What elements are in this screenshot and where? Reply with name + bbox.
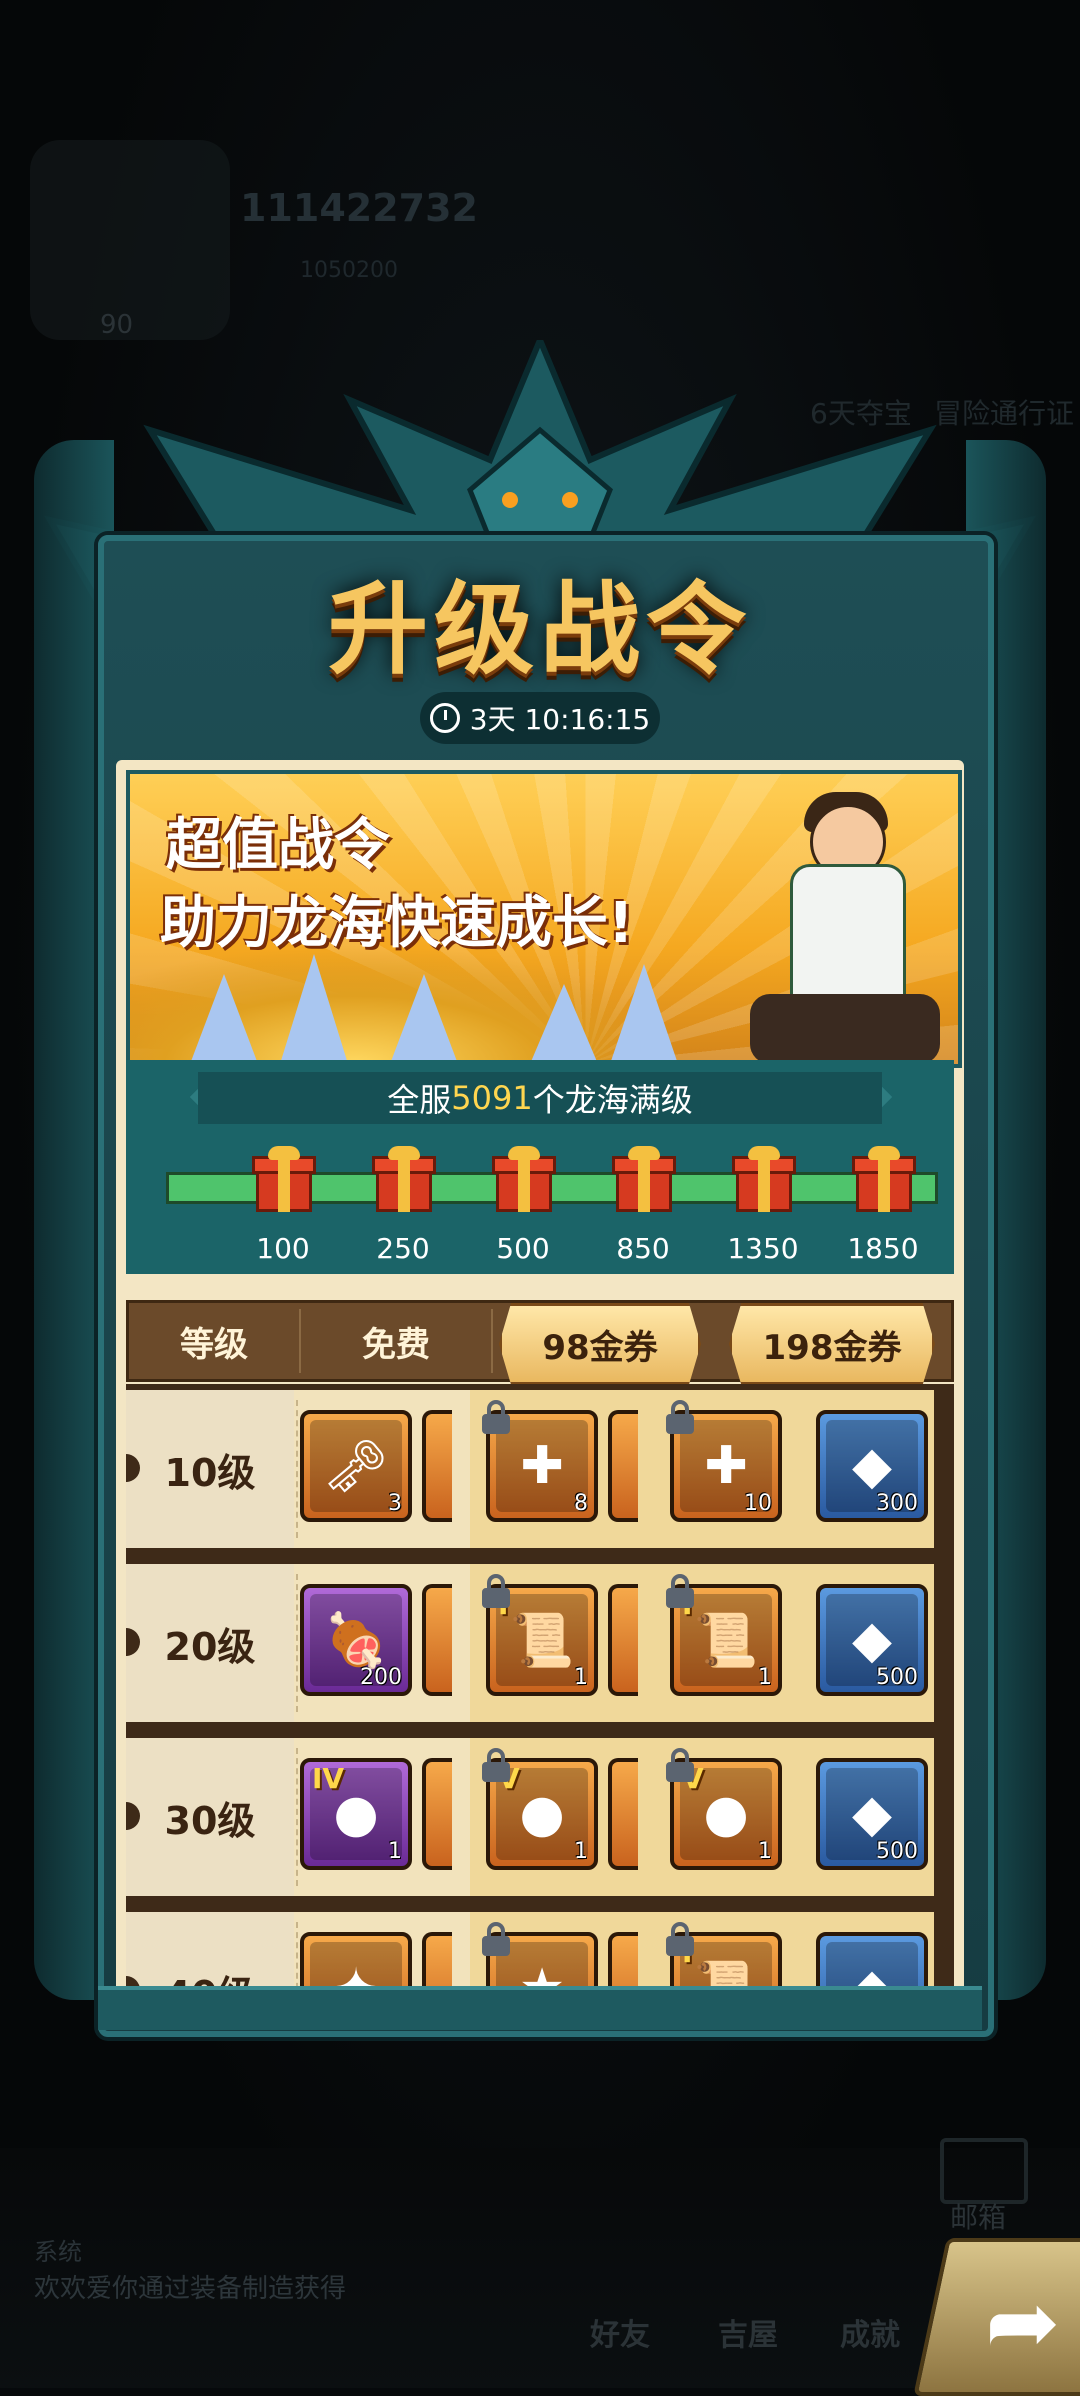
milestone-label: 850 (616, 1232, 670, 1265)
gift-box-icon[interactable] (492, 1146, 556, 1212)
countdown-timer: 3天 10:16:15 (420, 692, 660, 744)
gift-box-icon[interactable] (852, 1146, 916, 1212)
lock-icon (482, 1574, 510, 1608)
clock-icon (429, 703, 460, 733)
gift-box-icon[interactable] (732, 1146, 796, 1212)
reward-slot-partial[interactable] (422, 1932, 452, 1986)
share-arrow-icon: ➦ (985, 2270, 1061, 2375)
lock-icon (482, 1748, 510, 1782)
reward-row-10: 10级 🗝 3 ✚ 8 ✚ 10 ◆ 300 (126, 1390, 934, 1548)
chat-title: 系统 (34, 2238, 82, 2266)
milestone-label: 100 (256, 1232, 310, 1265)
row-level: 10级 (126, 1390, 294, 1548)
nav-achievements: 成就 (840, 2318, 900, 2353)
row-level: 40级 (126, 1912, 294, 1986)
tab-free: 免费 (362, 1324, 430, 1365)
milestone-label: 500 (496, 1232, 550, 1265)
lock-icon (482, 1922, 510, 1956)
tier-198-button[interactable]: 198金券 (729, 1303, 935, 1385)
chat-message: 欢欢爱你通过装备制造获得 (34, 2274, 347, 2304)
mail-label: 邮箱 (950, 2201, 1007, 2234)
reward-slot-partial[interactable] (608, 1410, 638, 1522)
row-level: 20级 (126, 1564, 294, 1722)
server-progress-text: 全服 5091 个龙海满级 (198, 1072, 882, 1124)
winged-badge-icon: ✦ (310, 1942, 402, 1986)
gift-box-icon[interactable] (612, 1146, 676, 1212)
reward-slot-partial[interactable] (608, 1932, 638, 1986)
reward-slot-free[interactable]: ✦ (300, 1932, 412, 1986)
reward-slot-partial[interactable] (608, 1584, 638, 1696)
milestone-label: 1350 (727, 1232, 799, 1265)
lock-icon (666, 1574, 694, 1608)
reward-slot-partial[interactable] (422, 1758, 452, 1870)
tier-header: 等级 免费 98金券 198金券 (126, 1300, 954, 1385)
reward-row-30: 30级 ● IV 1 ● V 1 ● V 1 ◆ 500 (126, 1738, 934, 1896)
gift-box-icon[interactable] (252, 1146, 316, 1212)
banner-subline: 助力龙海快速成长! (160, 891, 634, 956)
row-level: 30级 (126, 1738, 294, 1896)
panel-title: 升级战令 (328, 571, 752, 688)
reward-list[interactable]: 10级 🗝 3 ✚ 8 ✚ 10 ◆ 300 20级 🍖 200 📜 1 📜 1… (126, 1384, 954, 1986)
combat-power-sub: 1050200 (300, 258, 398, 283)
hero-character-image (730, 774, 958, 1064)
frame-bottom-edge (98, 1986, 982, 2030)
reward-slot-198-gem[interactable]: ◆ 500 (816, 1584, 928, 1696)
lock-icon (666, 1922, 694, 1956)
reward-slot-free[interactable]: ● IV 1 (300, 1758, 412, 1870)
nav-friends: 好友 (590, 2318, 650, 2353)
reward-slot-partial[interactable] (608, 1758, 638, 1870)
tab-level: 等级 (180, 1324, 248, 1365)
banner-headline: 超值战令 (166, 813, 390, 878)
countdown-text: 3天 10:16:15 (469, 703, 651, 736)
mail-icon (940, 2138, 1028, 2204)
gift-box-icon[interactable] (372, 1146, 436, 1212)
reward-slot-198-gem[interactable]: ◆ 500 (816, 1758, 928, 1870)
reward-slot-partial[interactable] (422, 1584, 452, 1696)
lock-icon (666, 1400, 694, 1434)
promo-banner: 超值战令 助力龙海快速成长! (126, 770, 962, 1068)
lock-icon (482, 1400, 510, 1434)
milestone-label: 250 (376, 1232, 430, 1265)
reward-slot-198-gem[interactable]: ◆ 300 (816, 1410, 928, 1522)
crystal-icon: ◆ (826, 1942, 918, 1986)
reward-slot-free[interactable]: 🍖 200 (300, 1584, 412, 1696)
tier-98-button[interactable]: 98金券 (499, 1303, 701, 1385)
nav-house: 吉屋 (718, 2318, 778, 2353)
reward-slot-198-gem[interactable]: ◆ (816, 1932, 928, 1986)
lock-icon (666, 1748, 694, 1782)
reward-row-20: 20级 🍖 200 📜 I 1 📜 I 1 ◆ 500 (126, 1564, 934, 1722)
reward-slot-free[interactable]: 🗝 3 (300, 1410, 412, 1522)
combat-power: 111422732 (240, 186, 478, 230)
reward-slot-partial[interactable] (422, 1410, 452, 1522)
server-count: 5091 (451, 1079, 533, 1117)
milestone-label: 1850 (847, 1232, 919, 1265)
player-level: 90 (100, 310, 134, 340)
reward-row-40: 40级 ✦ ★ 📜 I ◆ (126, 1912, 934, 1986)
